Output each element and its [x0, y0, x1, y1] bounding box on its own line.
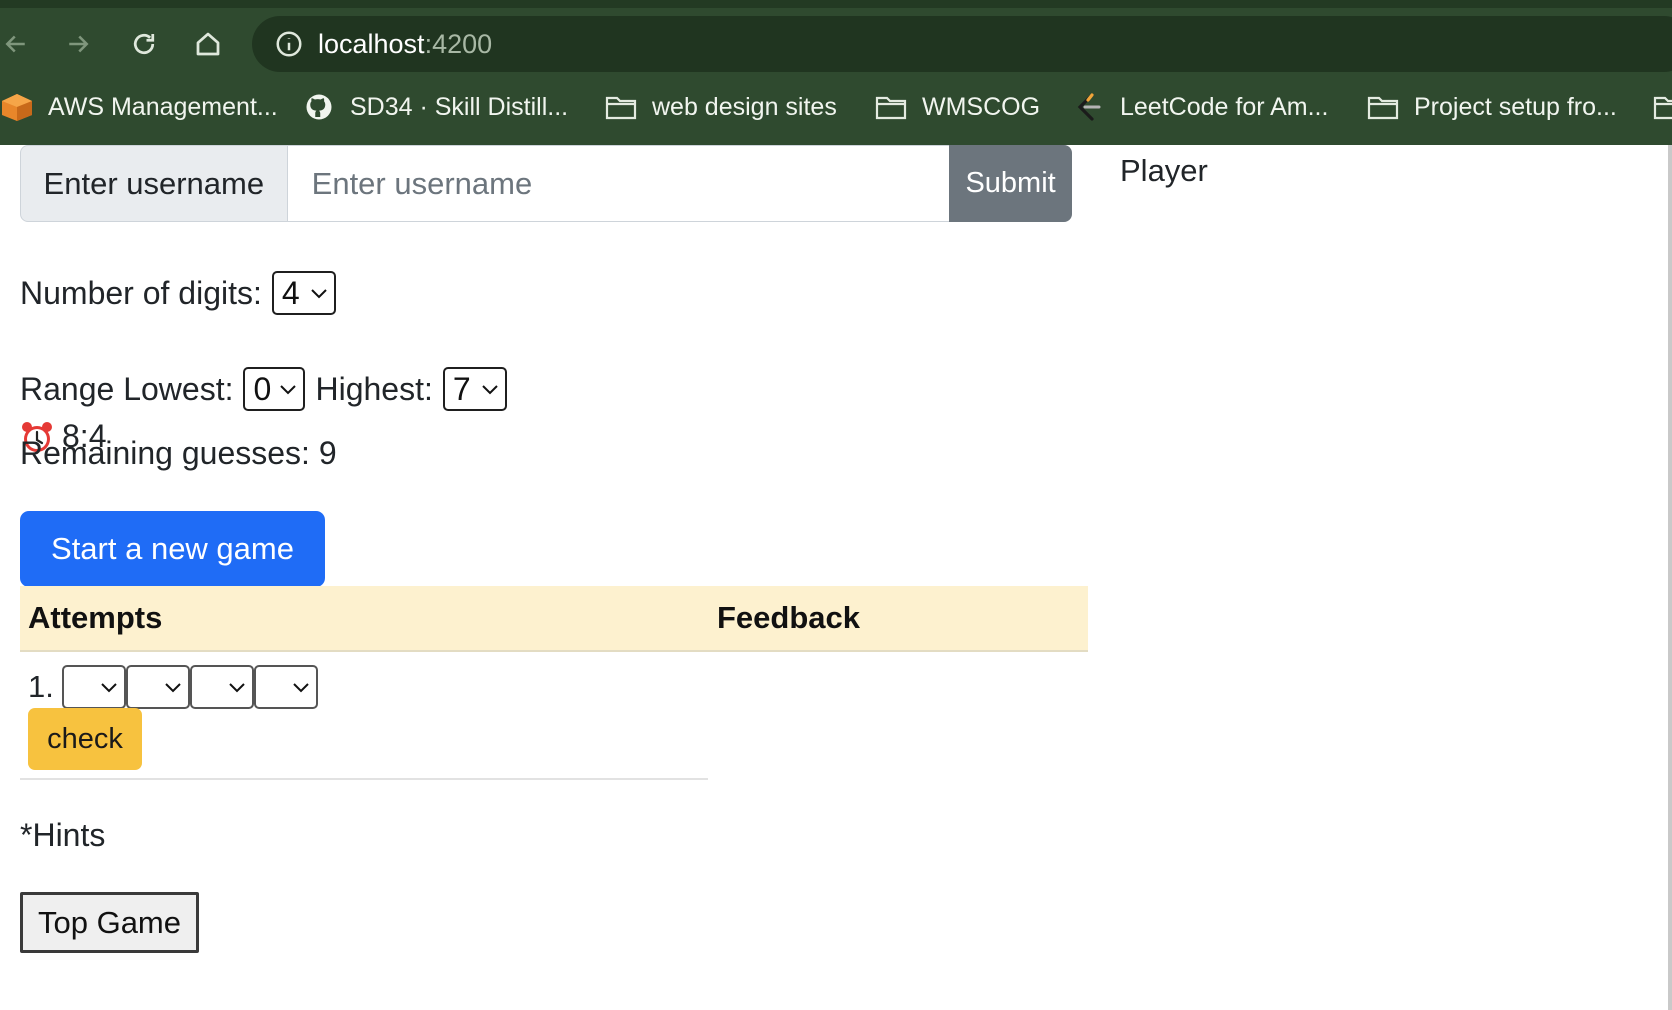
page-content: Enter username Submit Player Number of d… — [0, 145, 1672, 1010]
url-host: localhost — [318, 29, 425, 59]
aws-cube-icon — [0, 92, 34, 122]
player-label: Player — [1120, 153, 1208, 188]
bookmark-sd34[interactable]: SD34 · Skill Distill... — [302, 86, 568, 128]
folder-icon — [604, 92, 638, 122]
reload-icon[interactable] — [124, 24, 164, 64]
chevron-down-icon — [229, 683, 245, 693]
range-highest-select[interactable]: 7 — [442, 367, 507, 411]
bookmark-label: Project setup fro... — [1414, 92, 1617, 121]
range-highest-label: Highest: — [315, 370, 433, 407]
digits-select[interactable]: 4 — [271, 271, 336, 315]
check-button[interactable]: check — [28, 708, 142, 770]
bookmarks-bar: AWS Management... SD34 · Skill Distill..… — [0, 86, 1672, 128]
forward-arrow-icon[interactable] — [58, 24, 98, 64]
bookmark-label: AWS Management... — [48, 92, 278, 121]
remaining-guesses-text: Remaining guesses: 9 — [20, 435, 337, 471]
submit-button[interactable]: Submit — [949, 145, 1072, 222]
bookmark-aws[interactable]: AWS Management... — [0, 86, 278, 128]
bookmark-overflow-folder[interactable] — [1652, 86, 1672, 128]
attempts-table-header: Attempts Feedback — [20, 586, 1088, 652]
attempt-number: 1. — [28, 669, 54, 704]
start-new-game-button[interactable]: Start a new game — [20, 511, 325, 587]
bookmark-label: WMSCOG — [922, 92, 1041, 121]
digit-select-4[interactable] — [253, 665, 318, 709]
chevron-down-icon — [280, 385, 297, 395]
attempt-row: 1. — [28, 665, 318, 709]
range-lowest-label: Range Lowest: — [20, 370, 234, 407]
github-icon — [302, 92, 336, 122]
folder-icon — [1366, 92, 1400, 122]
folder-icon — [874, 92, 908, 122]
digits-value: 4 — [281, 274, 300, 311]
home-icon[interactable] — [188, 24, 228, 64]
attempts-header: Attempts — [28, 600, 163, 635]
site-info-icon[interactable] — [274, 29, 304, 59]
folder-icon — [1652, 92, 1672, 122]
bookmark-label: web design sites — [652, 92, 837, 121]
bookmark-wmscog[interactable]: WMSCOG — [874, 86, 1040, 128]
range-highest-value: 7 — [452, 370, 471, 407]
chevron-down-icon — [165, 683, 181, 693]
leetcode-icon — [1072, 92, 1106, 122]
bookmark-label: LeetCode for Am... — [1120, 92, 1329, 121]
feedback-header: Feedback — [717, 600, 861, 635]
bookmark-web-design-sites[interactable]: web design sites — [604, 86, 837, 128]
chevron-down-icon — [482, 385, 498, 395]
row-divider — [20, 778, 708, 780]
bookmark-leetcode[interactable]: LeetCode for Am... — [1072, 86, 1328, 128]
digits-setting: Number of digits: 4 — [20, 271, 336, 315]
url-port: :4200 — [424, 29, 493, 59]
chevron-down-icon — [101, 683, 117, 693]
browser-chrome: localhost:4200 AWS Management... SD34 · … — [0, 0, 1672, 145]
url-text[interactable]: localhost:4200 — [318, 27, 492, 61]
hints-text: *Hints — [20, 817, 106, 853]
range-lowest-select[interactable]: 0 — [243, 367, 306, 411]
range-setting: Range Lowest: 0 Highest: 7 — [20, 367, 507, 411]
digit-select-3[interactable] — [189, 665, 254, 709]
username-input-group: Enter username Submit — [20, 145, 1072, 222]
range-lowest-value: 0 — [253, 370, 272, 407]
chevron-down-icon — [311, 289, 327, 299]
bookmark-project-setup[interactable]: Project setup fro... — [1366, 86, 1617, 128]
back-arrow-icon[interactable] — [0, 24, 36, 64]
page-scrollbar-edge[interactable] — [1668, 145, 1672, 1010]
chevron-down-icon — [293, 683, 309, 693]
username-input[interactable] — [287, 145, 950, 222]
digit-select-1[interactable] — [61, 665, 126, 709]
bookmark-label: SD34 · Skill Distill... — [350, 92, 569, 121]
digit-select-2[interactable] — [125, 665, 190, 709]
address-bar[interactable]: localhost:4200 — [252, 16, 1672, 72]
digits-label: Number of digits: — [20, 274, 262, 311]
username-label: Enter username — [20, 145, 288, 222]
top-game-button[interactable]: Top Game — [20, 892, 199, 953]
tab-strip-edge — [0, 0, 1672, 8]
